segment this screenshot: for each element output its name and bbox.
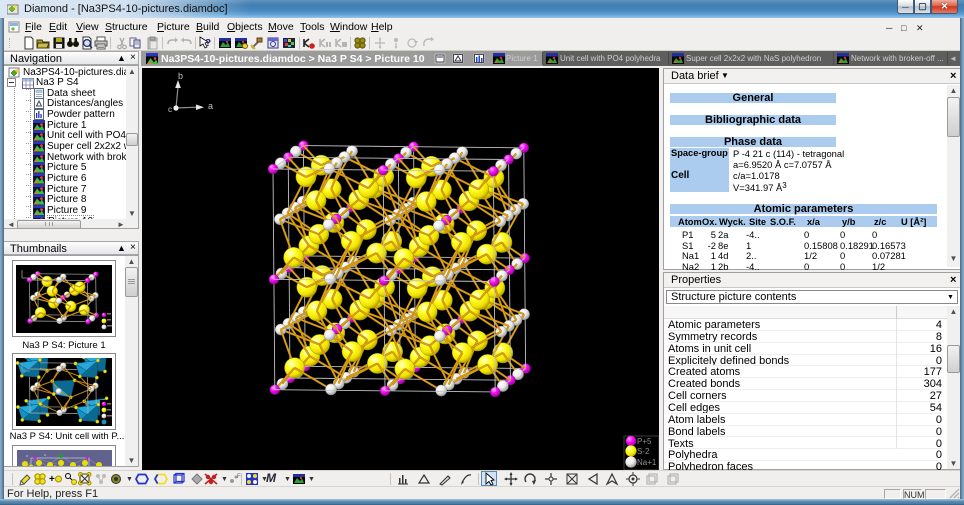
svg-text:S-2: S-2 (637, 447, 650, 456)
svg-text:c: c (168, 105, 172, 114)
svg-text:a: a (208, 101, 213, 111)
svg-text:+: + (49, 474, 55, 485)
svg-text:b: b (178, 71, 183, 81)
svg-text:P+5: P+5 (637, 437, 652, 446)
svg-text:?: ? (205, 38, 211, 49)
svg-text:Na+1: Na+1 (637, 458, 657, 467)
